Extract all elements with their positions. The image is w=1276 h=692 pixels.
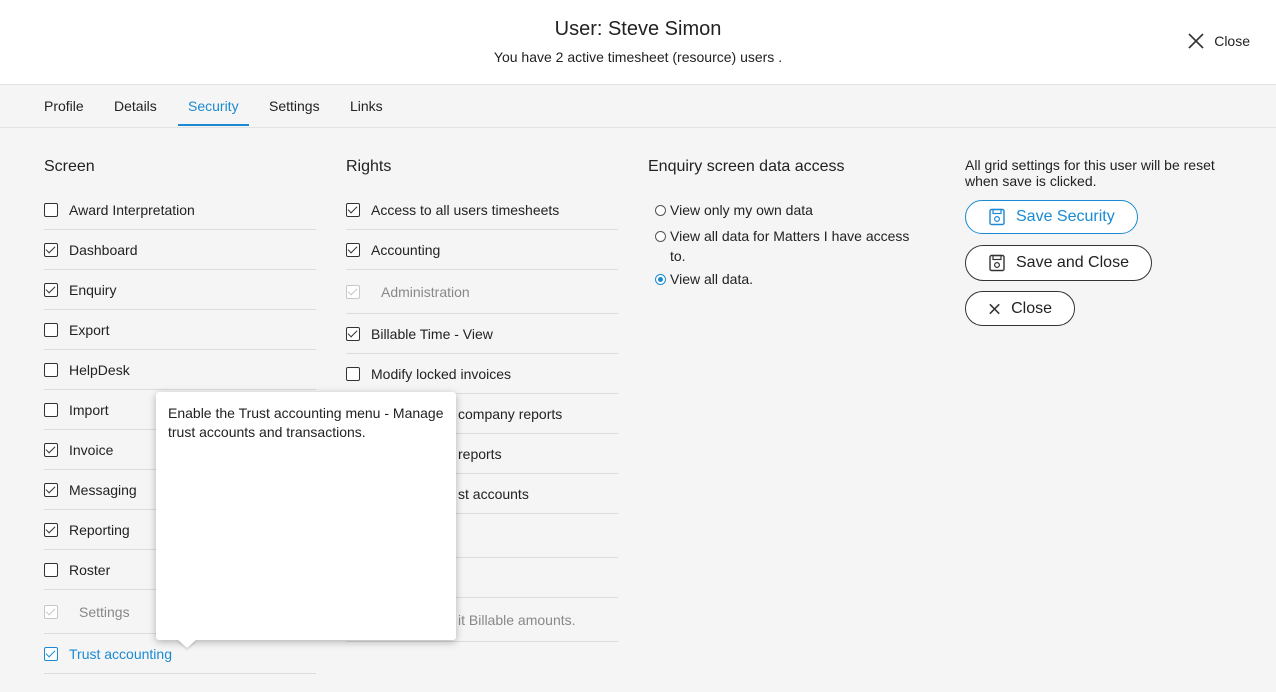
checkbox[interactable] <box>346 242 360 257</box>
checkbox[interactable] <box>44 242 58 257</box>
tab-links[interactable]: Links <box>350 85 383 127</box>
radio-button[interactable] <box>655 274 666 285</box>
radio-button[interactable] <box>655 231 666 242</box>
screen-column-title: Screen <box>44 158 95 175</box>
tooltip-text: Enable the Trust accounting menu - Manag… <box>168 405 444 440</box>
close-icon <box>1188 33 1204 49</box>
checkbox <box>44 604 58 619</box>
checkbox-label: Enquiry <box>69 281 117 298</box>
checkbox-label: Access to all users timesheets <box>371 201 560 218</box>
checkbox[interactable] <box>346 366 360 381</box>
checkbox[interactable] <box>44 322 58 337</box>
trust-accounting-tooltip: Enable the Trust accounting menu - Manag… <box>156 392 456 640</box>
checkbox-label: st accounts <box>458 485 529 502</box>
active-tab-indicator <box>178 124 249 126</box>
save-and-close-button[interactable]: Save and Close <box>965 245 1152 281</box>
checkbox-label: it Billable amounts. <box>458 611 576 628</box>
page-subtitle: You have 2 active timesheet (resource) u… <box>493 49 783 65</box>
tab-details[interactable]: Details <box>114 85 157 127</box>
checkbox-label: company reports <box>458 405 563 422</box>
checkbox[interactable] <box>44 646 58 661</box>
enquiry-option-matters-data[interactable]: View all data for Matters I have access … <box>655 228 917 266</box>
tab-bar: Profile Details Security Settings Links <box>0 85 1276 128</box>
checkbox[interactable] <box>44 442 58 457</box>
enquiry-column-title: Enquiry screen data access <box>648 158 845 175</box>
rights-item-access-all-timesheets[interactable]: Access to all users timesheets <box>346 190 618 230</box>
radio-label: View all data. <box>670 271 754 287</box>
checkbox-label: Invoice <box>69 441 114 458</box>
security-panel: Screen Award Interpretation Dashboard En… <box>0 128 1276 692</box>
save-icon <box>989 254 1005 272</box>
rights-item-billable-time-view[interactable]: Billable Time - View <box>346 314 618 354</box>
checkbox-label: Trust accounting <box>69 645 172 662</box>
checkbox <box>346 284 360 299</box>
close-label: Close <box>1214 33 1250 49</box>
checkbox-label: Billable Time - View <box>371 325 493 342</box>
checkbox-label: Import <box>69 401 109 418</box>
screen-item-export[interactable]: Export <box>44 310 316 350</box>
checkbox[interactable] <box>44 562 58 577</box>
page-title: User: Steve Simon <box>554 18 722 40</box>
checkbox[interactable] <box>44 202 58 217</box>
checkbox-label: Settings <box>79 603 130 620</box>
checkbox[interactable] <box>44 402 58 417</box>
screen-item-helpdesk[interactable]: HelpDesk <box>44 350 316 390</box>
radio-label: View all data for Matters I have access … <box>670 228 910 264</box>
rights-item-modify-locked-invoices[interactable]: Modify locked invoices <box>346 354 618 394</box>
save-security-button[interactable]: Save Security <box>965 200 1138 234</box>
checkbox-label: Award Interpretation <box>69 201 195 218</box>
dialog-header: User: Steve Simon You have 2 active time… <box>0 0 1276 85</box>
checkbox-label: HelpDesk <box>69 361 130 378</box>
checkbox[interactable] <box>44 282 58 297</box>
close-label: Close <box>1011 299 1052 317</box>
checkbox-label: Accounting <box>371 241 441 258</box>
tab-profile[interactable]: Profile <box>44 85 84 127</box>
radio-button[interactable] <box>655 205 666 216</box>
checkbox[interactable] <box>44 362 58 377</box>
tab-security[interactable]: Security <box>188 85 239 127</box>
enquiry-option-all-data[interactable]: View all data. <box>655 271 917 289</box>
rights-item-accounting[interactable]: Accounting <box>346 230 618 270</box>
save-icon <box>989 208 1005 226</box>
tab-settings[interactable]: Settings <box>269 85 320 127</box>
screen-item-enquiry[interactable]: Enquiry <box>44 270 316 310</box>
checkbox-label: Export <box>69 321 110 338</box>
checkbox-label: Messaging <box>69 481 137 498</box>
close-icon <box>989 303 1000 314</box>
save-security-label: Save Security <box>1016 208 1115 225</box>
checkbox[interactable] <box>346 202 360 217</box>
checkbox-label: Administration <box>381 283 470 300</box>
screen-item-award-interpretation[interactable]: Award Interpretation <box>44 190 316 230</box>
checkbox-label: Reporting <box>69 521 130 538</box>
checkbox[interactable] <box>44 482 58 497</box>
enquiry-option-own-data[interactable]: View only my own data <box>655 202 917 220</box>
close-button[interactable]: Close <box>965 291 1075 326</box>
radio-label: View only my own data <box>670 202 813 218</box>
checkbox-label: Dashboard <box>69 241 138 258</box>
rights-item-administration: Administration <box>346 270 618 314</box>
checkbox[interactable] <box>346 326 360 341</box>
tooltip-arrow <box>177 639 197 648</box>
reset-grid-note: All grid settings for this user will be … <box>965 157 1215 189</box>
rights-column-title: Rights <box>346 158 392 175</box>
checkbox-label: Roster <box>69 561 111 578</box>
close-button-top[interactable]: Close <box>1186 31 1250 51</box>
checkbox[interactable] <box>44 522 58 537</box>
screen-item-dashboard[interactable]: Dashboard <box>44 230 316 270</box>
checkbox-label: reports <box>458 445 502 462</box>
save-and-close-label: Save and Close <box>1016 254 1129 271</box>
checkbox-label: Modify locked invoices <box>371 365 512 382</box>
